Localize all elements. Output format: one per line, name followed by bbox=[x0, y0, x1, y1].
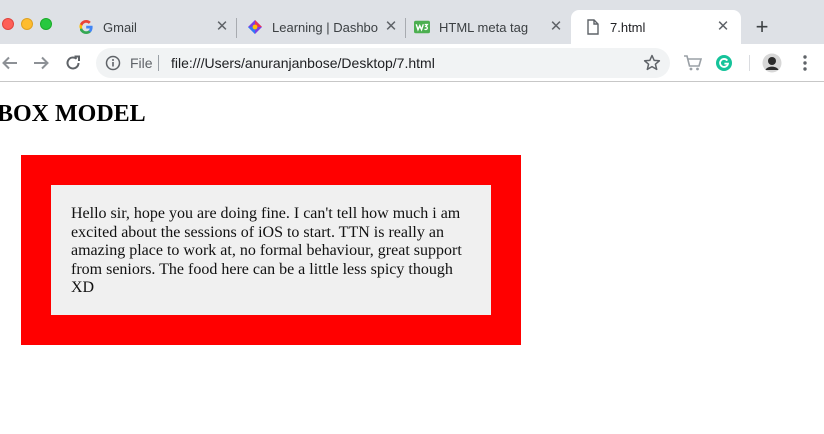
shopping-cart-extension-icon[interactable] bbox=[683, 53, 703, 73]
tab-separator bbox=[236, 18, 237, 38]
box-paragraph: Hello sir, hope you are doing fine. I ca… bbox=[71, 205, 462, 296]
info-icon[interactable] bbox=[105, 55, 121, 71]
window-close-button[interactable] bbox=[2, 18, 14, 30]
tab-title: Learning | Dashbo bbox=[272, 19, 379, 35]
address-scheme-label: File bbox=[130, 55, 153, 71]
tab-7-html[interactable]: 7.html ✕ bbox=[571, 10, 741, 44]
bookmark-star-icon[interactable] bbox=[642, 53, 662, 73]
tab-title: Gmail bbox=[103, 19, 137, 35]
tab-close-icon[interactable]: ✕ bbox=[548, 19, 564, 35]
tab-close-icon[interactable]: ✕ bbox=[214, 19, 230, 35]
address-url[interactable]: file:///Users/anuranjanbose/Desktop/7.ht… bbox=[171, 55, 435, 71]
tab-gmail[interactable]: Gmail ✕ bbox=[78, 10, 230, 44]
google-g-icon bbox=[78, 19, 94, 35]
address-bar[interactable]: File file:///Users/anuranjanbose/Desktop… bbox=[96, 48, 670, 78]
browser-toolbar: File file:///Users/anuranjanbose/Desktop… bbox=[0, 44, 824, 82]
window-zoom-button[interactable] bbox=[40, 18, 52, 30]
tab-learning-dashboard[interactable]: Learning | Dashbo ✕ bbox=[247, 10, 399, 44]
forward-arrow-icon[interactable] bbox=[31, 53, 51, 73]
tab-html-meta-tag[interactable]: HTML meta tag ✕ bbox=[414, 10, 564, 44]
back-arrow-icon[interactable] bbox=[0, 53, 20, 73]
browser-tab-strip: Gmail ✕ Learning | Dashbo ✕ HTML meta ta… bbox=[0, 0, 824, 44]
reload-icon[interactable] bbox=[63, 53, 83, 73]
tab-close-icon[interactable]: ✕ bbox=[715, 19, 731, 35]
tab-title: HTML meta tag bbox=[439, 19, 529, 35]
outer-red-box: Hello sir, hope you are doing fine. I ca… bbox=[21, 155, 521, 345]
grammarly-extension-icon[interactable] bbox=[714, 53, 734, 73]
tab-title: 7.html bbox=[610, 19, 646, 35]
page-heading: BOX MODEL bbox=[0, 101, 146, 127]
window-minimize-button[interactable] bbox=[21, 18, 33, 30]
new-tab-button[interactable]: + bbox=[752, 16, 772, 38]
tab-separator bbox=[405, 18, 406, 38]
file-icon bbox=[585, 19, 601, 35]
profile-avatar-icon[interactable] bbox=[762, 53, 782, 73]
address-divider bbox=[158, 55, 159, 71]
more-menu-icon[interactable] bbox=[795, 53, 815, 73]
tab-close-icon[interactable]: ✕ bbox=[383, 19, 399, 35]
inner-content-box: Hello sir, hope you are doing fine. I ca… bbox=[51, 185, 491, 315]
page-viewport: BOX MODEL Hello sir, hope you are doing … bbox=[0, 83, 824, 434]
toolbar-divider bbox=[749, 55, 750, 71]
w3schools-icon bbox=[414, 19, 430, 35]
learning-dashboard-icon bbox=[247, 19, 263, 35]
